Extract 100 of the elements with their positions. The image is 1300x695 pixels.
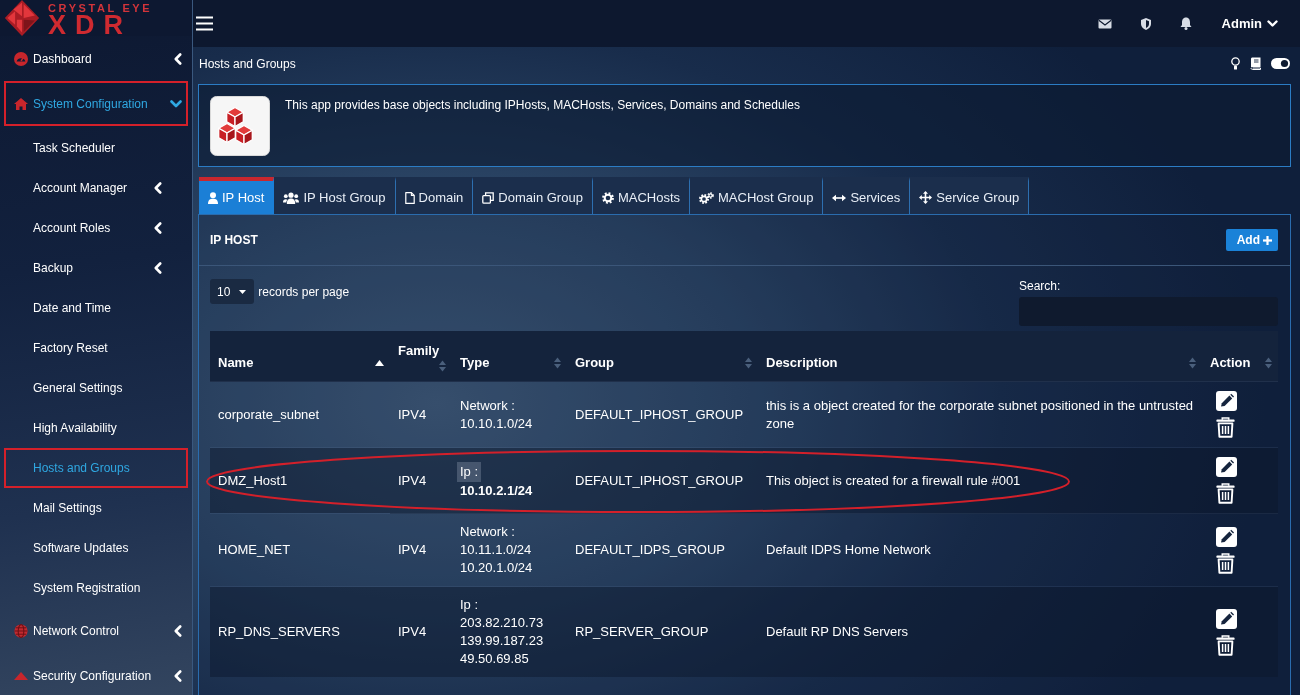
file-icon [404, 191, 415, 204]
panel-title: IP HOST [210, 233, 258, 247]
nav-item[interactable]: Dashboard [4, 36, 188, 81]
move-arrows-icon [919, 191, 933, 204]
nav-item[interactable]: Backup [4, 248, 188, 288]
tab[interactable]: MACHosts [592, 177, 690, 214]
address-text: 10.20.1.0/24 [460, 559, 534, 577]
column-header[interactable]: Family [390, 331, 452, 382]
nav-item[interactable]: Account Manager [4, 168, 188, 208]
nav-item[interactable]: System Configuration [4, 81, 188, 126]
gear-icon [601, 191, 614, 204]
address-text: 139.99.187.23 [460, 632, 545, 650]
light-bulb-icon[interactable] [1231, 57, 1240, 70]
description-text: Default RP DNS Servers [766, 624, 909, 639]
gears-icon [699, 191, 714, 204]
cubes-icon [210, 96, 270, 156]
tab[interactable]: Service Group [910, 177, 1030, 214]
family-text: IPV4 [398, 624, 427, 639]
nav-item[interactable]: Security Configuration [4, 653, 188, 695]
page-size-select[interactable]: 10 [210, 279, 255, 304]
nav-item[interactable]: Mail Settings [4, 488, 188, 528]
bell-icon[interactable] [1179, 17, 1192, 30]
nav-item[interactable]: General Settings [4, 368, 188, 408]
trash-icon[interactable] [1216, 634, 1235, 656]
tab[interactable]: MACHost Group [690, 177, 824, 214]
nav-item[interactable]: Date and Time [4, 288, 188, 328]
tab[interactable]: IP Host [199, 177, 275, 214]
address-text: 203.82.210.73 [460, 614, 545, 632]
host-name: HOME_NET [218, 542, 291, 557]
host-name: DMZ_Host1 [218, 472, 288, 488]
nav-item[interactable]: Hosts and Groups [4, 448, 188, 488]
caret-down-icon [1267, 20, 1278, 27]
nav-item[interactable]: High Availability [4, 408, 188, 448]
mail-icon[interactable] [1097, 18, 1112, 29]
address-text: 10.10.2.1/24 [460, 481, 534, 500]
edit-icon[interactable] [1216, 608, 1237, 629]
app-description: This app provides base objects including IPHosts, MACHosts, Services, Domains and Schedules [285, 97, 800, 112]
tab[interactable]: IP Host Group [274, 177, 396, 214]
column-header[interactable]: Description [758, 331, 1202, 382]
tab[interactable]: Services [823, 177, 911, 214]
plus-icon [1263, 235, 1272, 245]
menu-icon[interactable] [196, 16, 213, 31]
shield-icon[interactable] [1140, 17, 1151, 30]
book-icon[interactable] [1250, 57, 1261, 70]
group-name: DEFAULT_IDPS_GROUP [575, 542, 726, 557]
family-text: IPV4 [398, 472, 427, 488]
caret-down-icon [239, 289, 247, 294]
edit-icon[interactable] [1216, 526, 1237, 547]
globe-icon [14, 623, 28, 638]
column-header[interactable]: Action [1202, 331, 1278, 382]
tab[interactable]: Domain [395, 177, 474, 214]
nav-item[interactable]: Software Updates [4, 528, 188, 568]
type-label: Ip : [460, 596, 479, 614]
left-right-arrow-icon [832, 193, 847, 202]
logo-wordmark: XDR [48, 14, 132, 37]
type-label: Network : [460, 396, 515, 415]
gauge-icon [14, 51, 28, 66]
nav-item[interactable]: Account Roles [4, 208, 188, 248]
tab[interactable]: Domain Group [473, 177, 593, 214]
group-name: RP_SERVER_GROUP [575, 624, 709, 639]
group-name: DEFAULT_IPHOST_GROUP [575, 472, 744, 488]
description-text: this is a object created for the corporate subnet positioned in the untrusted zone [766, 397, 1194, 431]
group-name: DEFAULT_IPHOST_GROUP [575, 406, 744, 422]
nav-item[interactable]: System Registration [4, 568, 188, 608]
logo-tagline: CRYSTAL EYE [48, 3, 153, 14]
edit-icon[interactable] [1216, 391, 1237, 411]
family-text: IPV4 [398, 406, 427, 422]
family-text: IPV4 [398, 542, 427, 557]
address-text: 49.50.69.85 [460, 650, 530, 668]
nav-item[interactable]: Network Control [4, 608, 188, 653]
address-text: 10.10.1.0/24 [460, 414, 534, 433]
diamond-logo-icon [4, 0, 40, 36]
description-text: Default IDPS Home Network [766, 542, 931, 557]
host-name: RP_DNS_SERVERS [218, 624, 340, 639]
user-menu[interactable]: Admin [1221, 16, 1278, 31]
trash-icon[interactable] [1216, 417, 1235, 438]
house-icon [14, 97, 28, 110]
column-header[interactable]: Group [567, 331, 758, 382]
user-icon [208, 191, 218, 204]
nav-item[interactable]: Task Scheduler [4, 128, 188, 168]
address-text: 10.11.1.0/24 [460, 541, 533, 559]
type-label: Ip : [457, 461, 482, 482]
search-field[interactable] [1019, 297, 1278, 326]
column-header[interactable]: Name [210, 331, 390, 382]
type-label: Network : [460, 523, 515, 541]
add-button[interactable]: Add [1225, 229, 1278, 251]
copy-icon [482, 191, 495, 204]
page-title: Hosts and Groups [199, 56, 297, 71]
toggle-switch[interactable] [1271, 58, 1290, 69]
host-name: corporate_subnet [218, 406, 320, 422]
description-text: This object is created for a firewall rule #001 [766, 472, 1021, 488]
trash-icon[interactable] [1216, 483, 1235, 504]
triangle-icon [14, 671, 28, 680]
search-label: Search: [1019, 279, 1062, 293]
column-header[interactable]: Type [452, 331, 567, 382]
records-per-page-label: records per page [258, 284, 350, 299]
users-icon [283, 191, 300, 204]
edit-icon[interactable] [1216, 457, 1237, 477]
trash-icon[interactable] [1216, 552, 1235, 574]
nav-item[interactable]: Factory Reset [4, 328, 188, 368]
